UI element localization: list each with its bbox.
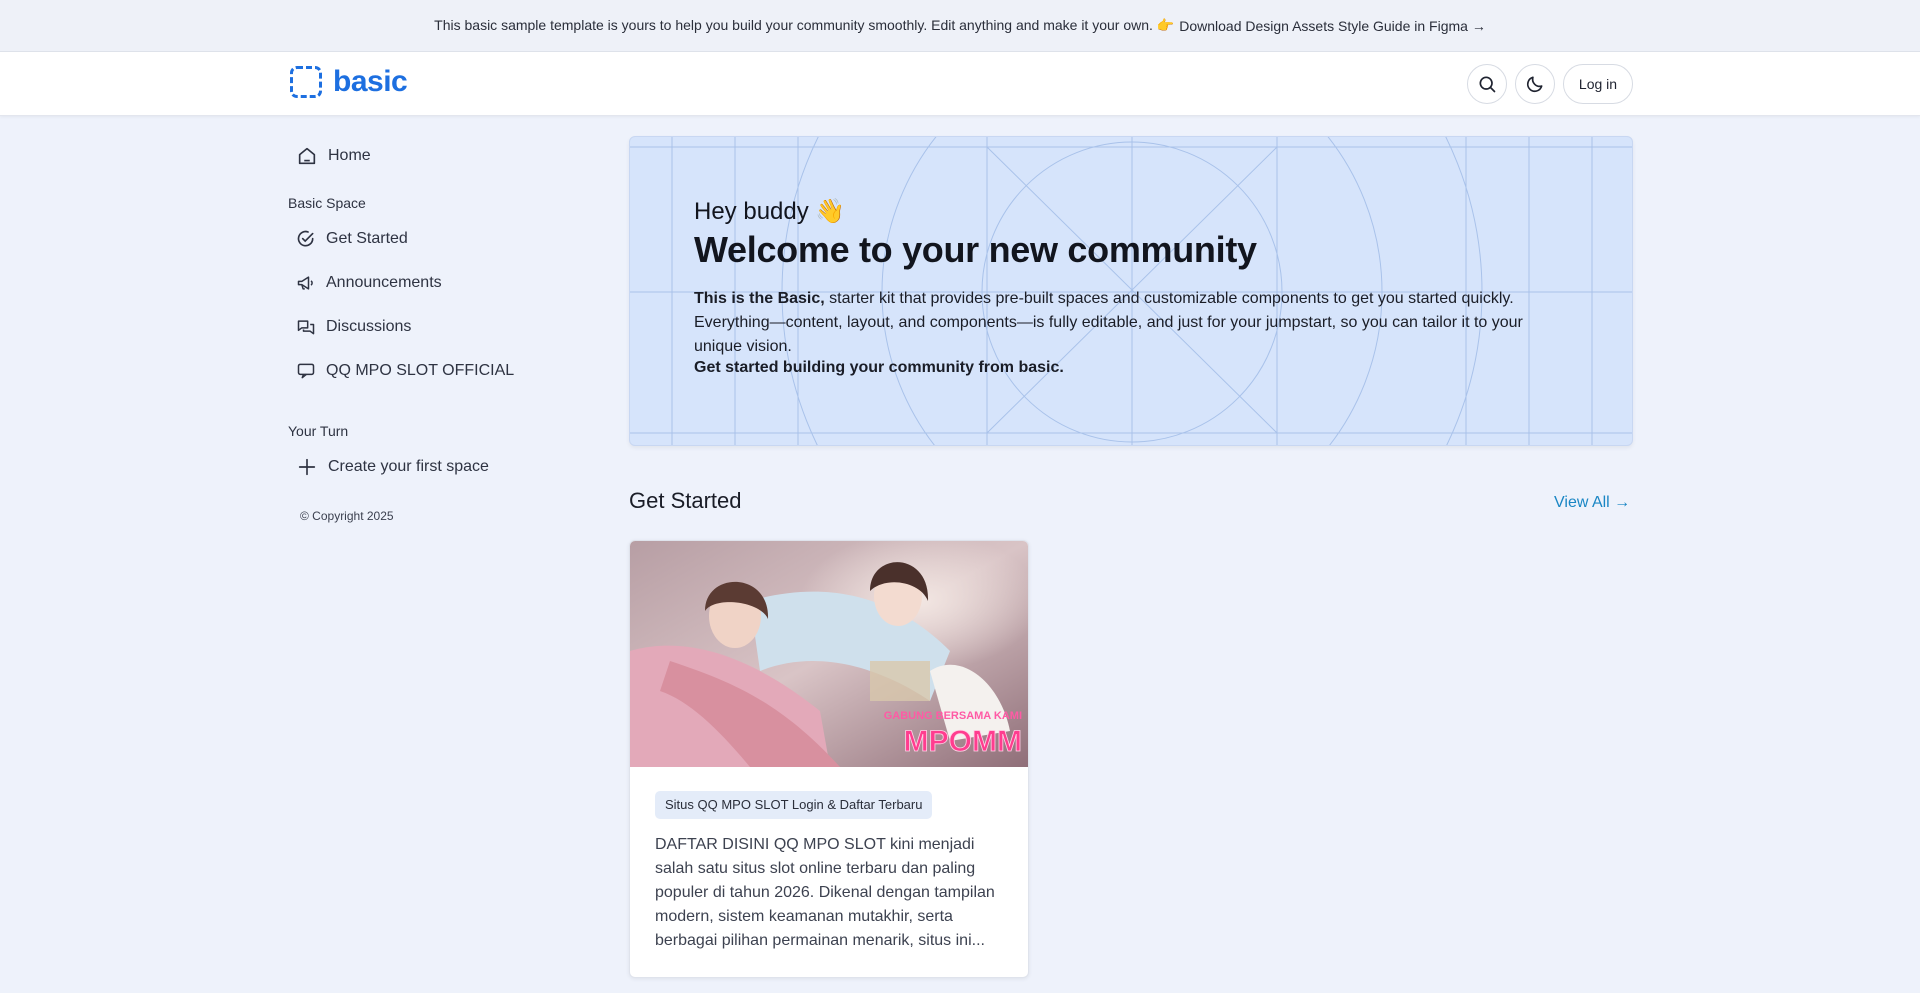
check-circle-icon [297, 230, 314, 247]
sidebar-item-announcements[interactable]: Announcements [296, 267, 442, 299]
section-heading: Get Started [629, 488, 742, 513]
dark-mode-toggle[interactable] [1515, 64, 1555, 104]
sidebar-item-label: Discussions [326, 318, 412, 335]
post-card-image[interactable]: GABUNG BERSAMA KAMI MPOMM [630, 541, 1029, 767]
moon-icon [1526, 76, 1543, 93]
sidebar-item-discussions[interactable]: Discussions [296, 311, 411, 343]
hero-banner: Hey buddy 👋 Welcome to your new communit… [629, 136, 1633, 446]
section-title-your-turn: Your Turn [288, 423, 349, 439]
hero-description: This is the Basic, starter kit that prov… [694, 287, 1574, 359]
announcement-banner: This basic sample template is yours to h… [0, 0, 1920, 52]
chat-icon [297, 363, 315, 379]
logo[interactable]: basic [290, 65, 408, 98]
view-all-link[interactable]: View All → [1554, 494, 1630, 512]
sidebar-item-label: Create your first space [328, 458, 489, 475]
plus-icon [298, 458, 316, 476]
post-tag[interactable]: Situs QQ MPO SLOT Login & Daftar Terbaru [655, 791, 933, 819]
search-button[interactable] [1467, 64, 1507, 104]
sidebar-item-qq-mpo[interactable]: QQ MPO SLOT OFFICIAL [296, 355, 514, 387]
sidebar-item-get-started[interactable]: Get Started [296, 223, 408, 255]
image-caption-big: MPOMM [904, 725, 1022, 758]
hero-desc-bold: This is the Basic, [694, 290, 825, 307]
home-icon [298, 147, 316, 165]
sidebar-item-label: Announcements [326, 274, 442, 291]
post-card[interactable]: GABUNG BERSAMA KAMI MPOMM Situs QQ MPO S… [629, 540, 1029, 978]
hero-cta-text: Get started building your community from… [694, 359, 1064, 376]
chat-bubbles-icon [297, 320, 315, 335]
logo-text: basic [333, 65, 408, 98]
login-button[interactable]: Log in [1563, 64, 1633, 104]
create-space-button[interactable]: Create your first space [296, 451, 489, 483]
banner-text: This basic sample template is yours to h… [434, 17, 1175, 33]
sidebar-item-label: Home [328, 147, 371, 164]
section-title-basic-space: Basic Space [288, 195, 366, 211]
search-icon [1479, 76, 1496, 93]
sidebar-item-label: Get Started [326, 230, 408, 247]
logo-mark-icon [290, 66, 322, 98]
sidebar-item-home[interactable]: Home [296, 140, 371, 172]
copyright: © Copyright 2025 [300, 509, 394, 523]
figma-download-link[interactable]: Download Design Assets Style Guide in Fi… [1179, 18, 1486, 34]
site-header: basic Log in [0, 52, 1920, 116]
megaphone-icon [297, 276, 313, 290]
hero-greeting: Hey buddy 👋 [694, 198, 846, 225]
hero-title: Welcome to your new community [694, 229, 1257, 270]
sidebar-item-label: QQ MPO SLOT OFFICIAL [326, 362, 515, 379]
post-excerpt: DAFTAR DISINI QQ MPO SLOT kini menjadi s… [655, 836, 995, 949]
image-caption-small: GABUNG BERSAMA KAMI [884, 710, 1022, 722]
